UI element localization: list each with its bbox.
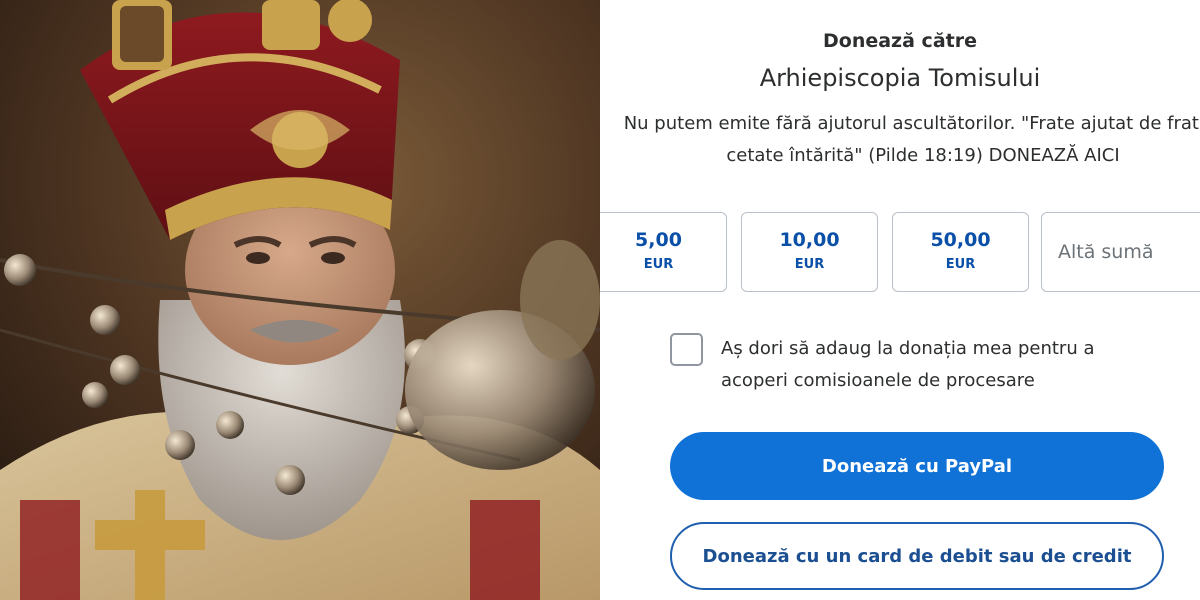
bishop-photo [0,0,600,600]
cover-fees-label: Aș dori să adaug la donația mea pentru a… [721,338,1095,391]
donation-panel: Donează către Arhiepiscopia Tomisului Nu… [600,0,1200,600]
donate-to-heading: Donează către [823,30,977,52]
donation-description: Nu putem emite fără ajutorul ascultători… [623,113,1200,166]
amount-currency: EUR [945,257,976,272]
amount-currency: EUR [643,257,674,272]
amount-option-10[interactable]: 10,00 EUR [741,212,878,292]
amount-currency: EUR [794,257,825,272]
donate-card-button[interactable]: Donează cu un card de debit sau de credi… [670,522,1164,590]
amount-option-5[interactable]: 5,00 EUR [600,212,727,292]
amount-value: 5,00 [635,229,682,251]
organization-name: Arhiepiscopia Tomisului [759,64,1041,92]
cover-fees-checkbox[interactable] [670,333,703,366]
donate-paypal-button[interactable]: Donează cu PayPal [670,432,1164,500]
other-amount-input[interactable] [1041,212,1200,292]
amount-option-50[interactable]: 50,00 EUR [892,212,1029,292]
photo-illustration [0,0,600,600]
amount-value: 10,00 [779,229,840,251]
amount-value: 50,00 [930,229,991,251]
